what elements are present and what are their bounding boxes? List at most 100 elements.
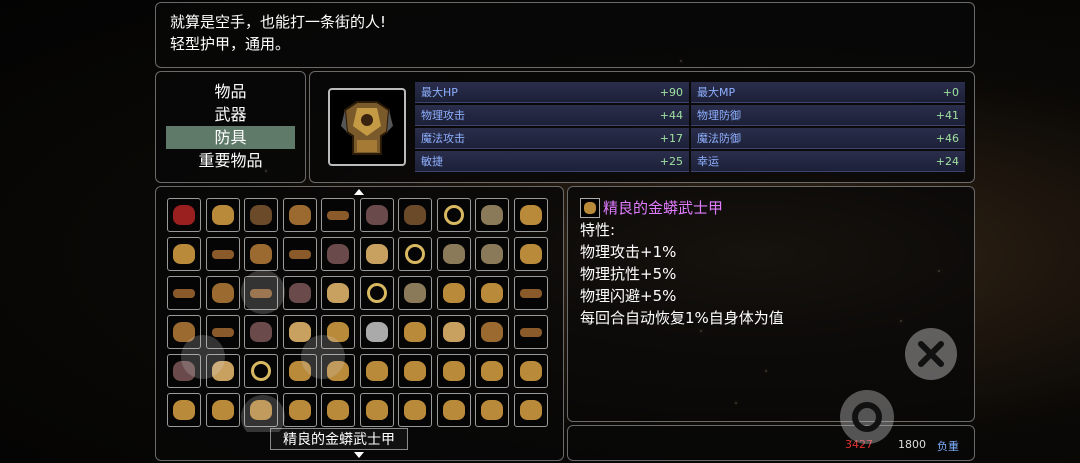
armor-icon bbox=[404, 322, 426, 342]
armor-icon bbox=[365, 400, 388, 420]
armor-icon bbox=[481, 283, 503, 303]
traits-header: 特性: bbox=[580, 221, 616, 239]
armor-icon bbox=[442, 283, 465, 303]
inventory-slot[interactable] bbox=[475, 315, 509, 349]
inventory-slot[interactable] bbox=[436, 276, 471, 310]
scroll-down-icon[interactable] bbox=[354, 452, 364, 458]
armor-icon bbox=[519, 244, 542, 264]
stat-value: +17 bbox=[659, 132, 683, 145]
stat-row-max-mp: 最大MP +0 bbox=[691, 82, 965, 103]
inventory-slot[interactable] bbox=[282, 198, 317, 232]
item-description-panel: 就算是空手，也能打一条街的人! 轻型护甲，通用。 bbox=[155, 2, 975, 68]
description-line-1: 就算是空手，也能打一条街的人! bbox=[170, 13, 387, 31]
selected-item-portrait bbox=[328, 88, 406, 166]
inventory-slot[interactable] bbox=[513, 393, 548, 427]
stat-label: 物理防御 bbox=[697, 109, 741, 122]
helmet-icon bbox=[365, 322, 388, 342]
gloves-icon bbox=[250, 205, 272, 225]
inventory-slot[interactable] bbox=[359, 237, 394, 271]
shield-icon bbox=[404, 283, 426, 303]
inventory-slot[interactable] bbox=[513, 354, 548, 388]
stat-row-magic-defense: 魔法防御 +46 bbox=[691, 128, 965, 149]
inventory-slot[interactable] bbox=[436, 393, 471, 427]
ring-icon bbox=[443, 205, 464, 225]
inventory-slot[interactable] bbox=[321, 198, 355, 232]
stat-label: 魔法攻击 bbox=[421, 132, 465, 145]
stat-value: +41 bbox=[935, 109, 959, 122]
weight-label[interactable]: 负重 bbox=[937, 438, 959, 454]
belt-icon bbox=[519, 288, 542, 298]
inventory-slot[interactable] bbox=[475, 354, 509, 388]
armor-icon bbox=[211, 205, 234, 225]
inventory-slot[interactable] bbox=[513, 198, 548, 232]
inventory-slot[interactable] bbox=[398, 237, 432, 271]
stat-row-agility: 敏捷 +25 bbox=[415, 151, 689, 172]
trait-line: 物理抗性+5% bbox=[580, 265, 677, 283]
inventory-slot[interactable] bbox=[167, 198, 201, 232]
inventory-slot[interactable] bbox=[436, 354, 471, 388]
armor-icon bbox=[519, 361, 542, 381]
confirm-button[interactable] bbox=[840, 390, 894, 444]
inventory-slot[interactable] bbox=[513, 276, 548, 310]
armor-icon bbox=[365, 361, 388, 381]
shield-icon bbox=[442, 244, 465, 264]
stat-row-magic-attack: 魔法攻击 +17 bbox=[415, 128, 689, 149]
item-detail-panel: 精良的金蟒武士甲 特性: 物理攻击+1% 物理抗性+5% 物理闪避+5% 每回合… bbox=[567, 186, 975, 422]
category-menu: 物品 武器 防具 重要物品 bbox=[155, 71, 306, 183]
detail-item-name: 精良的金蟒武士甲 bbox=[603, 199, 724, 217]
stat-row-luck: 幸运 +24 bbox=[691, 151, 965, 172]
inventory-slot[interactable] bbox=[359, 315, 394, 349]
close-button[interactable] bbox=[905, 328, 957, 380]
stat-label: 最大MP bbox=[697, 86, 736, 99]
inventory-slot[interactable] bbox=[436, 198, 471, 232]
inventory-slot[interactable] bbox=[513, 315, 548, 349]
inventory-slot[interactable] bbox=[398, 276, 432, 310]
stat-label: 物理攻击 bbox=[421, 109, 465, 122]
inventory-slot[interactable] bbox=[359, 393, 394, 427]
inventory-slot[interactable] bbox=[436, 237, 471, 271]
inventory-slot[interactable] bbox=[398, 315, 432, 349]
inventory-slot[interactable] bbox=[475, 198, 509, 232]
inventory-slot[interactable] bbox=[436, 315, 471, 349]
inventory-slot[interactable] bbox=[359, 276, 394, 310]
trait-line: 物理闪避+5% bbox=[580, 287, 677, 305]
stat-row-phys-attack: 物理攻击 +44 bbox=[415, 105, 689, 126]
inventory-slot[interactable] bbox=[205, 198, 240, 232]
category-key-items[interactable]: 重要物品 bbox=[166, 149, 295, 172]
category-weapons[interactable]: 武器 bbox=[166, 103, 295, 126]
inventory-slot[interactable] bbox=[359, 198, 394, 232]
hat-icon bbox=[173, 205, 195, 225]
inventory-slot[interactable] bbox=[359, 354, 394, 388]
inventory-slot[interactable] bbox=[475, 393, 509, 427]
armor-icon bbox=[404, 361, 426, 381]
inventory-slot[interactable] bbox=[513, 237, 548, 271]
stat-value: +0 bbox=[942, 86, 959, 99]
gauntlet-icon bbox=[481, 322, 503, 342]
armor-icon bbox=[442, 361, 465, 381]
scroll-up-icon[interactable] bbox=[354, 189, 364, 195]
gauntlet-icon bbox=[288, 205, 311, 225]
inventory-slot[interactable] bbox=[398, 393, 432, 427]
inventory-slot[interactable] bbox=[475, 276, 509, 310]
stat-row-max-hp: 最大HP +90 bbox=[415, 82, 689, 103]
category-items[interactable]: 物品 bbox=[166, 80, 295, 103]
weight-capacity: 1800 bbox=[898, 438, 926, 451]
belt-icon bbox=[211, 249, 234, 259]
circle-icon bbox=[852, 402, 882, 432]
inventory-slot[interactable] bbox=[475, 237, 509, 271]
necklace-icon bbox=[365, 244, 388, 264]
virtual-dpad-icon[interactable] bbox=[168, 262, 358, 432]
armor-icon bbox=[519, 205, 542, 225]
stat-label: 魔法防御 bbox=[697, 132, 741, 145]
golden-armor-icon bbox=[580, 198, 600, 218]
category-armor[interactable]: 防具 bbox=[166, 126, 295, 149]
inventory-slot[interactable] bbox=[398, 354, 432, 388]
inventory-slot[interactable] bbox=[398, 198, 432, 232]
armor-icon bbox=[481, 400, 503, 420]
inventory-slot[interactable] bbox=[244, 198, 278, 232]
stat-label: 最大HP bbox=[421, 86, 458, 99]
armor-icon bbox=[442, 400, 465, 420]
armor-icon bbox=[481, 361, 503, 381]
stat-value: +44 bbox=[659, 109, 683, 122]
stat-value: +24 bbox=[935, 155, 959, 168]
